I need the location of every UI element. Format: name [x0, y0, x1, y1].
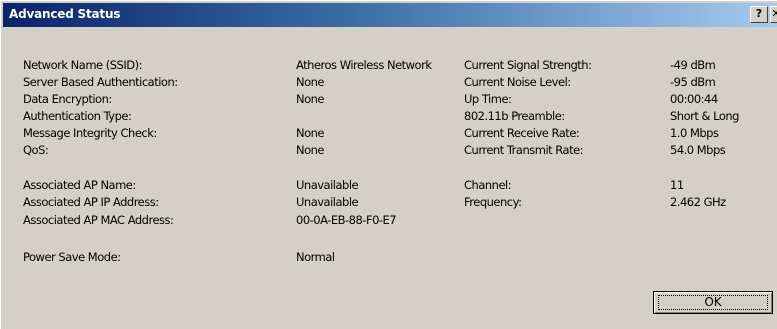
close-icon: ✕: [771, 7, 777, 20]
ap-name-label: Associated AP Name:: [23, 178, 136, 192]
ok-button[interactable]: OK: [653, 291, 773, 314]
ap-mac-value: 00-0A-EB-88-F0-E7: [296, 213, 397, 227]
window-title: Advanced Status: [9, 7, 121, 21]
ap-ip-value: Unavailable: [296, 195, 359, 209]
frequency-value: 2.462 GHz: [670, 195, 726, 209]
preamble-label: 802.11b Preamble:: [464, 109, 565, 123]
help-icon: ?: [755, 7, 763, 20]
server-auth-label: Server Based Authentication:: [23, 75, 178, 89]
focus-rectangle: [658, 295, 768, 310]
ap-mac-label: Associated AP MAC Address:: [23, 213, 174, 227]
ssid-value: Atheros Wireless Network: [296, 58, 432, 72]
power-save-value: Normal: [296, 250, 335, 264]
ssid-label: Network Name (SSID):: [23, 58, 142, 72]
up-time-label: Up Time:: [464, 92, 512, 106]
signal-strength-label: Current Signal Strength:: [464, 58, 592, 72]
qos-label: QoS:: [23, 143, 49, 157]
qos-value: None: [296, 143, 325, 157]
message-integrity-value: None: [296, 126, 325, 140]
authentication-type-label: Authentication Type:: [23, 109, 132, 123]
receive-rate-label: Current Receive Rate:: [464, 126, 580, 140]
server-auth-value: None: [296, 75, 325, 89]
ap-name-value: Unavailable: [296, 178, 359, 192]
channel-label: Channel:: [464, 178, 512, 192]
ap-ip-label: Associated AP IP Address:: [23, 195, 159, 209]
up-time-value: 00:00:44: [670, 92, 718, 106]
preamble-value: Short & Long: [670, 109, 739, 123]
noise-level-label: Current Noise Level:: [464, 75, 571, 89]
help-button[interactable]: ?: [750, 6, 768, 23]
frequency-label: Frequency:: [464, 195, 522, 209]
data-encryption-value: None: [296, 92, 325, 106]
power-save-label: Power Save Mode:: [23, 250, 121, 264]
transmit-rate-value: 54.0 Mbps: [670, 143, 726, 157]
advanced-status-dialog: Advanced Status ? ✕ Network Name (SSID):…: [0, 0, 777, 329]
title-bar[interactable]: Advanced Status ? ✕: [3, 3, 777, 27]
message-integrity-label: Message Integrity Check:: [23, 126, 157, 140]
signal-strength-value: -49 dBm: [670, 58, 716, 72]
data-encryption-label: Data Encryption:: [23, 92, 112, 106]
noise-level-value: -95 dBm: [670, 75, 716, 89]
transmit-rate-label: Current Transmit Rate:: [464, 143, 584, 157]
receive-rate-value: 1.0 Mbps: [670, 126, 719, 140]
close-button[interactable]: ✕: [770, 6, 777, 23]
channel-value: 11: [670, 178, 684, 192]
